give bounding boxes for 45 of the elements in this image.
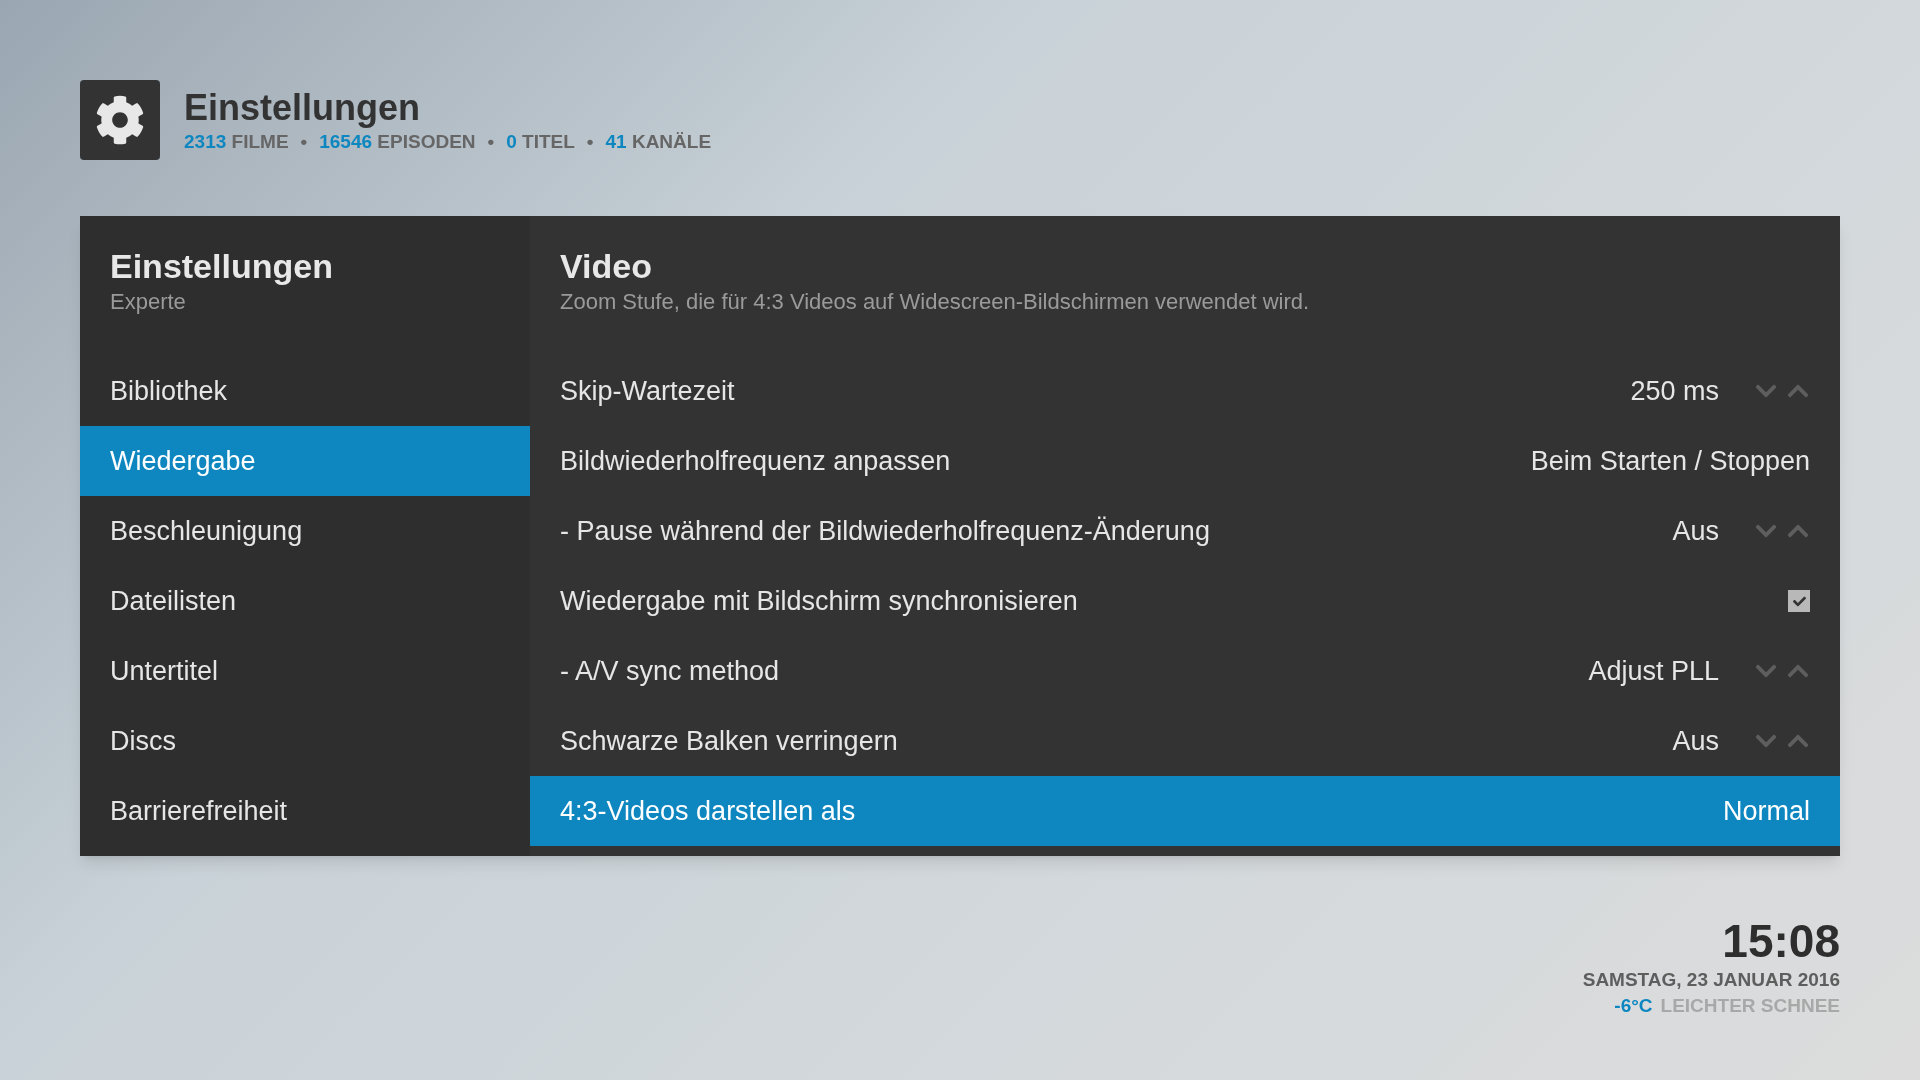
setting-row[interactable]: Schwarze Balken verringern Aus: [530, 706, 1840, 776]
setting-value: Beim Starten / Stoppen: [1530, 444, 1810, 478]
setting-label: Bildwiederholfrequenz anpassen: [560, 444, 951, 478]
setting-value: Aus: [1672, 514, 1719, 548]
category-item[interactable]: Beschleunigung: [80, 496, 530, 566]
setting-row[interactable]: - A/V sync method Adjust PLL: [530, 636, 1840, 706]
category-item[interactable]: Bibliothek: [80, 356, 530, 426]
settings-icon: [95, 95, 145, 145]
library-stat: 0 TITEL: [506, 130, 575, 154]
clock-time: 15:08: [1722, 915, 1840, 967]
setting-label: Schwarze Balken verringern: [560, 724, 898, 758]
separator-dot: •: [300, 130, 308, 154]
settings-level: Experte: [110, 288, 187, 316]
setting-description: Zoom Stufe, die für 4:3 Videos auf Widescreen-Bildschirmen verwendet wird.: [560, 288, 1311, 316]
category-item[interactable]: Discs: [80, 706, 530, 776]
setting-value: 250 ms: [1630, 374, 1719, 408]
setting-label: 4:3-Videos darstellen als: [560, 794, 856, 828]
library-stat: 16546 EPISODEN: [319, 130, 476, 154]
category-item[interactable]: Barrierefreiheit: [80, 776, 530, 846]
library-stat: 2313 FILME: [184, 130, 289, 154]
category-item[interactable]: Untertitel: [80, 636, 530, 706]
clock-date: SAMSTAG, 23 JANUAR 2016: [1582, 968, 1840, 992]
separator-dot: •: [487, 130, 495, 154]
setting-label: Wiedergabe mit Bildschirm synchronisieren: [560, 584, 1078, 618]
setting-value: Normal: [1723, 794, 1810, 828]
temperature: -6°C: [1614, 994, 1653, 1018]
setting-row[interactable]: Skip-Wartezeit 250 ms: [530, 356, 1840, 426]
separator-dot: •: [586, 130, 594, 154]
section-title: Video: [560, 246, 653, 286]
setting-label: - Pause während der Bildwiederholfrequenz-Änderung: [560, 514, 1210, 548]
sidebar-title: Einstellungen: [110, 246, 334, 286]
setting-value: Aus: [1672, 724, 1719, 758]
setting-value: Adjust PLL: [1588, 654, 1719, 688]
setting-label: - A/V sync method: [560, 654, 780, 688]
page-title: Einstellungen: [184, 86, 422, 130]
setting-label: Skip-Wartezeit: [560, 374, 735, 408]
check-icon: [1792, 594, 1806, 608]
category-item[interactable]: Wiedergabe: [80, 426, 530, 496]
checkbox[interactable]: [1788, 590, 1810, 612]
category-item[interactable]: Dateilisten: [80, 566, 530, 636]
setting-row[interactable]: - Pause während der Bildwiederholfrequenz-Änderung Aus: [530, 496, 1840, 566]
setting-row[interactable]: Wiedergabe mit Bildschirm synchronisieren: [530, 566, 1840, 636]
setting-row[interactable]: 4:3-Videos darstellen als Normal: [530, 776, 1840, 846]
setting-row[interactable]: Bildwiederholfrequenz anpassen Beim Starten / Stoppen: [530, 426, 1840, 496]
library-stat: 41 KANÄLE: [605, 130, 712, 154]
